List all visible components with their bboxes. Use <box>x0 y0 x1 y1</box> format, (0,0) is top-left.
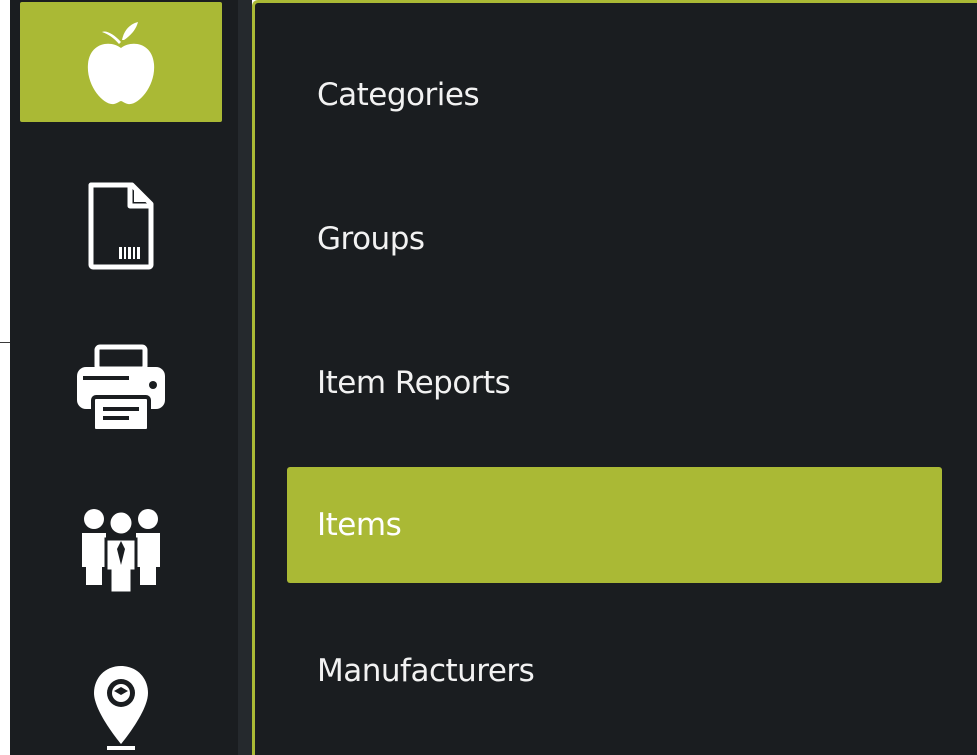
menu-item-groups[interactable]: Groups <box>287 181 942 297</box>
menu-item-label: Manufacturers <box>317 653 535 689</box>
apple-icon <box>84 18 158 106</box>
app-window: Categories Groups Item Reports Items Man… <box>0 0 977 755</box>
menu-item-label: Item Reports <box>317 365 511 401</box>
menu-item-items[interactable]: Items <box>287 467 942 583</box>
rail-item-people[interactable] <box>20 490 222 610</box>
rail-item-locations[interactable] <box>20 648 222 755</box>
submenu-panel: Categories Groups Item Reports Items Man… <box>252 0 977 755</box>
rail-divider <box>238 0 252 755</box>
icon-sidebar <box>10 0 238 755</box>
rail-item-documents[interactable] <box>20 166 222 286</box>
menu-item-label: Items <box>317 507 402 543</box>
rail-item-print[interactable] <box>20 328 222 448</box>
barcode-document-icon <box>86 181 156 271</box>
rail-item-products[interactable] <box>20 2 222 122</box>
menu-item-categories[interactable]: Categories <box>287 37 942 153</box>
printer-icon <box>75 343 167 433</box>
people-group-icon <box>77 505 165 595</box>
menu-item-label: Categories <box>317 77 480 113</box>
location-pin-icon <box>91 664 151 750</box>
menu-item-item-reports[interactable]: Item Reports <box>287 325 942 441</box>
menu-item-label: Groups <box>317 221 425 257</box>
menu-item-manufacturers[interactable]: Manufacturers <box>287 613 942 729</box>
